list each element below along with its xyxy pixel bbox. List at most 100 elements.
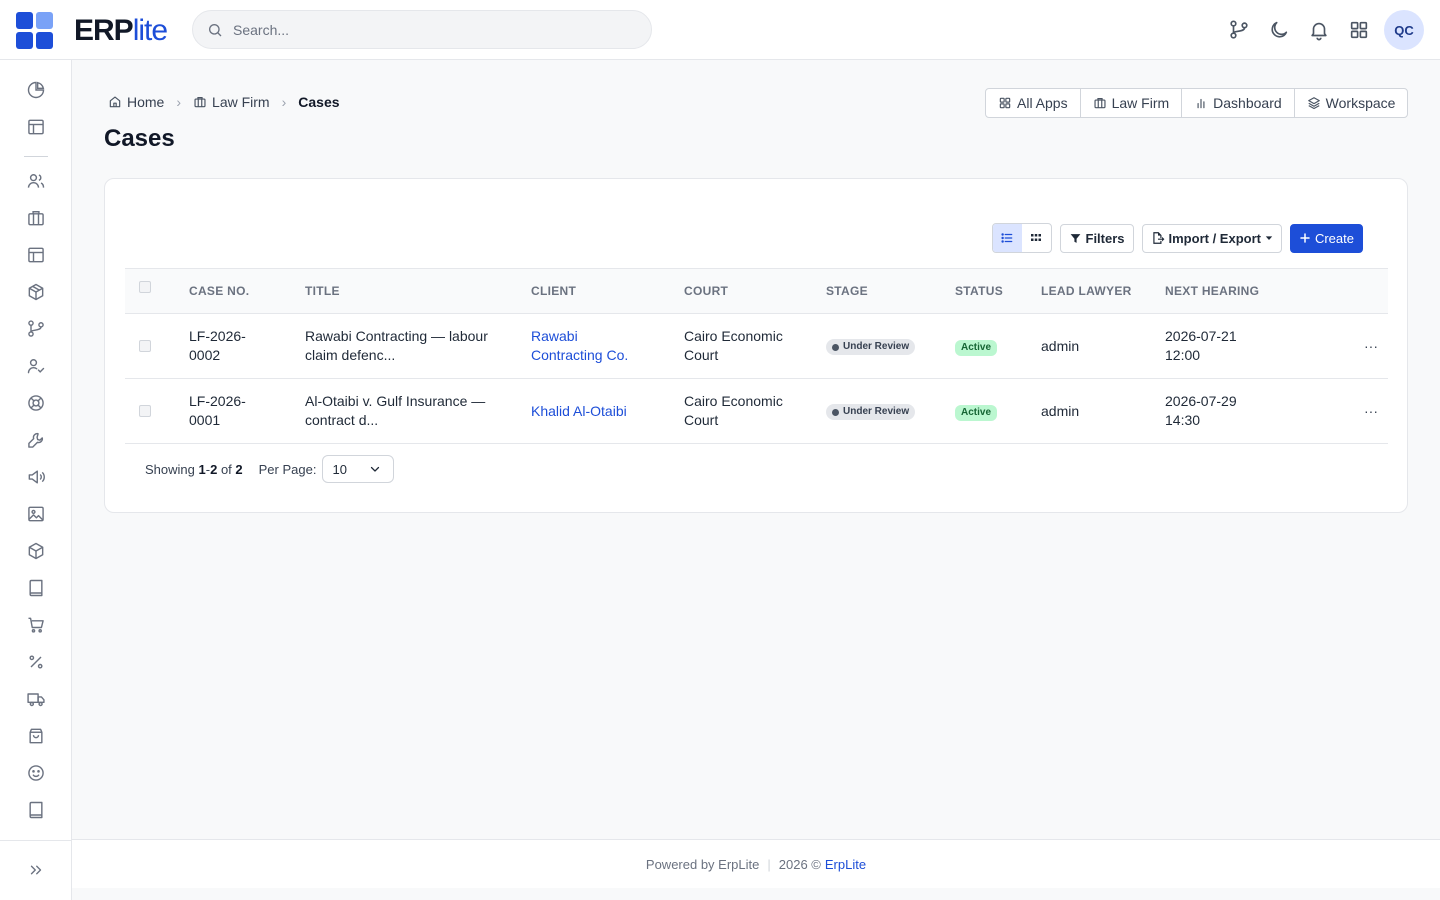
sidebar-item-layout[interactable]: [24, 115, 48, 139]
list-toolbar: Filters Import / Export Create: [991, 223, 1363, 253]
sidebar-item-dashboard[interactable]: [24, 78, 48, 102]
apps-grid-icon[interactable]: [1348, 19, 1370, 41]
footer-separator: |: [767, 856, 771, 872]
sidebar-item-marketing[interactable]: [24, 465, 48, 489]
law-firm-app-button[interactable]: Law Firm: [1081, 89, 1183, 117]
bell-icon[interactable]: [1308, 19, 1330, 41]
table-header-row: CASE NO. TITLE CLIENT COURT STAGE STATUS…: [125, 268, 1388, 314]
breadcrumb-law-firm[interactable]: Law Firm: [193, 94, 270, 110]
dashboard-button[interactable]: Dashboard: [1182, 89, 1295, 117]
next-hearing-cell: 2026-07-29 14:30: [1165, 379, 1289, 444]
sidebar-item-users[interactable]: [24, 169, 48, 193]
sidebar-item-media[interactable]: [24, 502, 48, 526]
search-bar[interactable]: [192, 10, 652, 49]
table-row[interactable]: LF-2026-0001 Al-Otaibi v. Gulf Insurance…: [125, 379, 1388, 444]
users-icon: [27, 174, 45, 188]
client-link[interactable]: Rawabi Contracting Co.: [531, 327, 641, 365]
dark-mode-icon[interactable]: [1268, 19, 1290, 41]
column-header-next-hearing[interactable]: NEXT HEARING: [1165, 269, 1289, 314]
sidebar-item-knowledge[interactable]: [24, 798, 48, 822]
column-header-case-no[interactable]: CASE NO.: [189, 269, 305, 314]
list-view-button[interactable]: [992, 224, 1022, 252]
sidebar-divider: [24, 156, 48, 157]
case-no-cell: LF-2026-0001: [189, 379, 305, 444]
breadcrumb-separator: ›: [281, 94, 287, 110]
client-link[interactable]: Khalid Al-Otaibi: [531, 402, 641, 421]
lead-lawyer-cell: admin: [1041, 337, 1080, 354]
column-header-status[interactable]: STATUS: [955, 269, 1041, 314]
stage-cell: Under Review: [826, 314, 955, 379]
filter-icon: [1070, 233, 1080, 243]
chevron-down-icon: [371, 466, 380, 472]
table-row[interactable]: LF-2026-0002 Rawabi Contracting — labour…: [125, 314, 1388, 379]
select-all-checkbox[interactable]: [125, 269, 189, 314]
status-badge: Active: [955, 340, 998, 356]
workspace-label: Workspace: [1325, 95, 1396, 111]
stage-cell: Under Review: [826, 379, 955, 444]
more-horizontal-icon: ···: [1364, 402, 1378, 419]
file-export-icon: [1152, 232, 1164, 244]
create-button[interactable]: Create: [1289, 223, 1363, 253]
workspace-button[interactable]: Workspace: [1295, 89, 1408, 117]
title-cell: Al-Otaibi v. Gulf Insurance — contract d…: [305, 379, 531, 444]
row-checkbox[interactable]: [125, 379, 189, 444]
title-cell: Rawabi Contracting — labour claim defenc…: [305, 314, 531, 379]
filters-button[interactable]: Filters: [1059, 223, 1134, 253]
column-header-stage[interactable]: STAGE: [826, 269, 955, 314]
more-horizontal-icon: ···: [1364, 337, 1378, 354]
stage-label: Under Review: [843, 341, 910, 352]
sidebar-item-discounts[interactable]: [24, 650, 48, 674]
showing-text: Showing 1-2 of 2: [145, 461, 243, 477]
search-input[interactable]: [233, 19, 633, 41]
sidebar: [0, 60, 72, 900]
sidebar-item-hr[interactable]: [24, 354, 48, 378]
sidebar-item-delivery[interactable]: [24, 687, 48, 711]
view-toggle: [991, 223, 1052, 253]
sidebar-item-purchases[interactable]: [24, 724, 48, 748]
bar-chart-icon: [1197, 98, 1205, 109]
sidebar-item-customers[interactable]: [24, 761, 48, 785]
sidebar-item-accounting[interactable]: [24, 576, 48, 600]
per-page-select[interactable]: 10: [322, 455, 395, 483]
column-header-client[interactable]: CLIENT: [531, 269, 684, 314]
status-badge: Active: [955, 405, 998, 421]
sidebar-item-products[interactable]: [24, 539, 48, 563]
list-icon: [1001, 233, 1013, 243]
row-actions-button[interactable]: ···: [1289, 379, 1388, 444]
user-avatar[interactable]: QC: [1384, 10, 1424, 50]
sidebar-item-tools[interactable]: [24, 428, 48, 452]
top-bar: ERPlite QC: [0, 0, 1440, 60]
case-no-cell: LF-2026-0002: [189, 314, 305, 379]
column-header-court[interactable]: COURT: [684, 269, 826, 314]
case-no: LF-2026-0002: [189, 328, 246, 363]
sidebar-item-templates[interactable]: [24, 243, 48, 267]
grid-view-button[interactable]: [1022, 224, 1051, 252]
sidebar-item-workflow[interactable]: [24, 317, 48, 341]
sidebar-item-law-firm[interactable]: [24, 206, 48, 230]
all-apps-button[interactable]: All Apps: [986, 89, 1081, 117]
all-apps-label: All Apps: [1017, 95, 1068, 111]
cases-card: Filters Import / Export Create CASE NO. …: [104, 178, 1408, 513]
stage-dot-icon: [832, 343, 839, 351]
notebook-icon: [29, 801, 43, 819]
sidebar-item-inventory[interactable]: [24, 280, 48, 304]
status-cell: Active: [955, 379, 1041, 444]
expand-sidebar-button[interactable]: [24, 858, 48, 882]
row-checkbox[interactable]: [125, 314, 189, 379]
column-header-title[interactable]: TITLE: [305, 269, 531, 314]
column-header-lead-lawyer[interactable]: LEAD LAWYER: [1041, 269, 1165, 314]
footer-brand-link[interactable]: ErpLite: [825, 857, 866, 872]
cart-icon: [28, 617, 44, 633]
app-navigation: All Apps Law Firm Dashboard Workspace: [985, 88, 1409, 118]
app-logo[interactable]: ERPlite: [16, 12, 168, 49]
import-export-button[interactable]: Import / Export: [1141, 223, 1282, 253]
sidebar-item-support[interactable]: [24, 391, 48, 415]
wrench-icon: [28, 433, 43, 448]
row-actions-button[interactable]: ···: [1289, 314, 1388, 379]
box-icon: [28, 542, 44, 560]
law-firm-app-label: Law Firm: [1111, 95, 1170, 111]
case-no: LF-2026-0001: [189, 393, 246, 428]
breadcrumb-home[interactable]: Home: [108, 94, 164, 110]
sidebar-item-sales[interactable]: [24, 613, 48, 637]
git-branch-icon[interactable]: [1228, 19, 1250, 41]
